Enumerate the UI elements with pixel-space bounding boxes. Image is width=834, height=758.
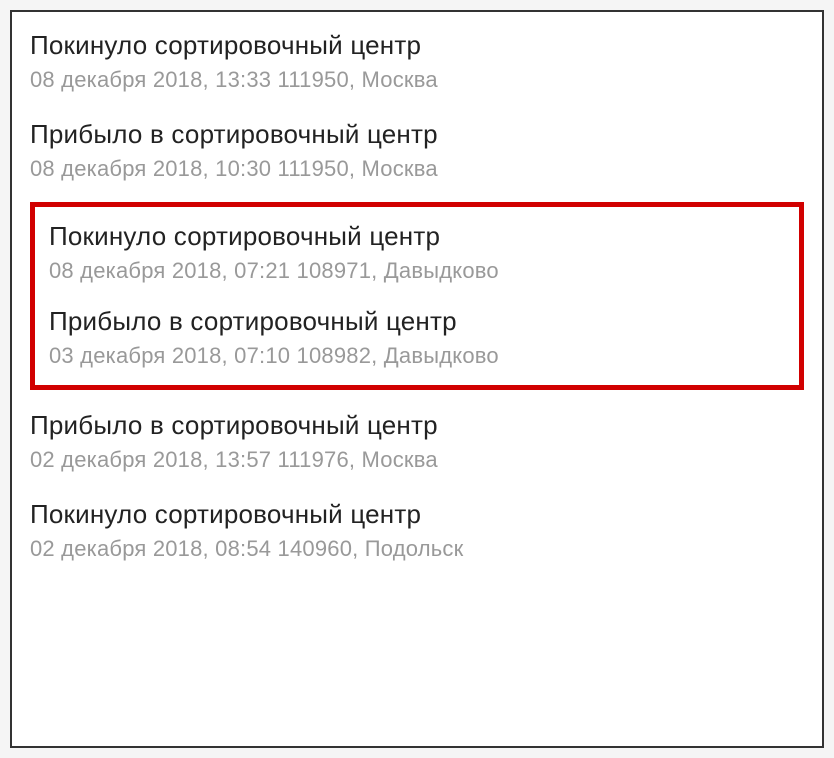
tracking-event: Прибыло в сортировочный центр 08 декабря…	[30, 109, 804, 198]
tracking-event: Покинуло сортировочный центр 02 декабря …	[30, 489, 804, 578]
tracking-event: Прибыло в сортировочный центр 02 декабря…	[30, 400, 804, 489]
highlighted-events-box: Покинуло сортировочный центр 08 декабря …	[30, 202, 804, 390]
event-details: 03 декабря 2018, 07:10 108982, Давыдково	[49, 343, 785, 369]
event-title: Покинуло сортировочный центр	[49, 221, 785, 252]
event-details: 02 декабря 2018, 13:57 111976, Москва	[30, 447, 804, 473]
event-title: Прибыло в сортировочный центр	[30, 410, 804, 441]
event-title: Прибыло в сортировочный центр	[49, 306, 785, 337]
event-title: Прибыло в сортировочный центр	[30, 119, 804, 150]
event-title: Покинуло сортировочный центр	[30, 499, 804, 530]
event-details: 02 декабря 2018, 08:54 140960, Подольск	[30, 536, 804, 562]
tracking-event: Покинуло сортировочный центр 08 декабря …	[30, 20, 804, 109]
tracking-container: Покинуло сортировочный центр 08 декабря …	[10, 10, 824, 748]
event-title: Покинуло сортировочный центр	[30, 30, 804, 61]
event-details: 08 декабря 2018, 10:30 111950, Москва	[30, 156, 804, 182]
tracking-event: Покинуло сортировочный центр 08 декабря …	[49, 213, 785, 298]
tracking-event: Прибыло в сортировочный центр 03 декабря…	[49, 298, 785, 383]
event-details: 08 декабря 2018, 07:21 108971, Давыдково	[49, 258, 785, 284]
event-details: 08 декабря 2018, 13:33 111950, Москва	[30, 67, 804, 93]
